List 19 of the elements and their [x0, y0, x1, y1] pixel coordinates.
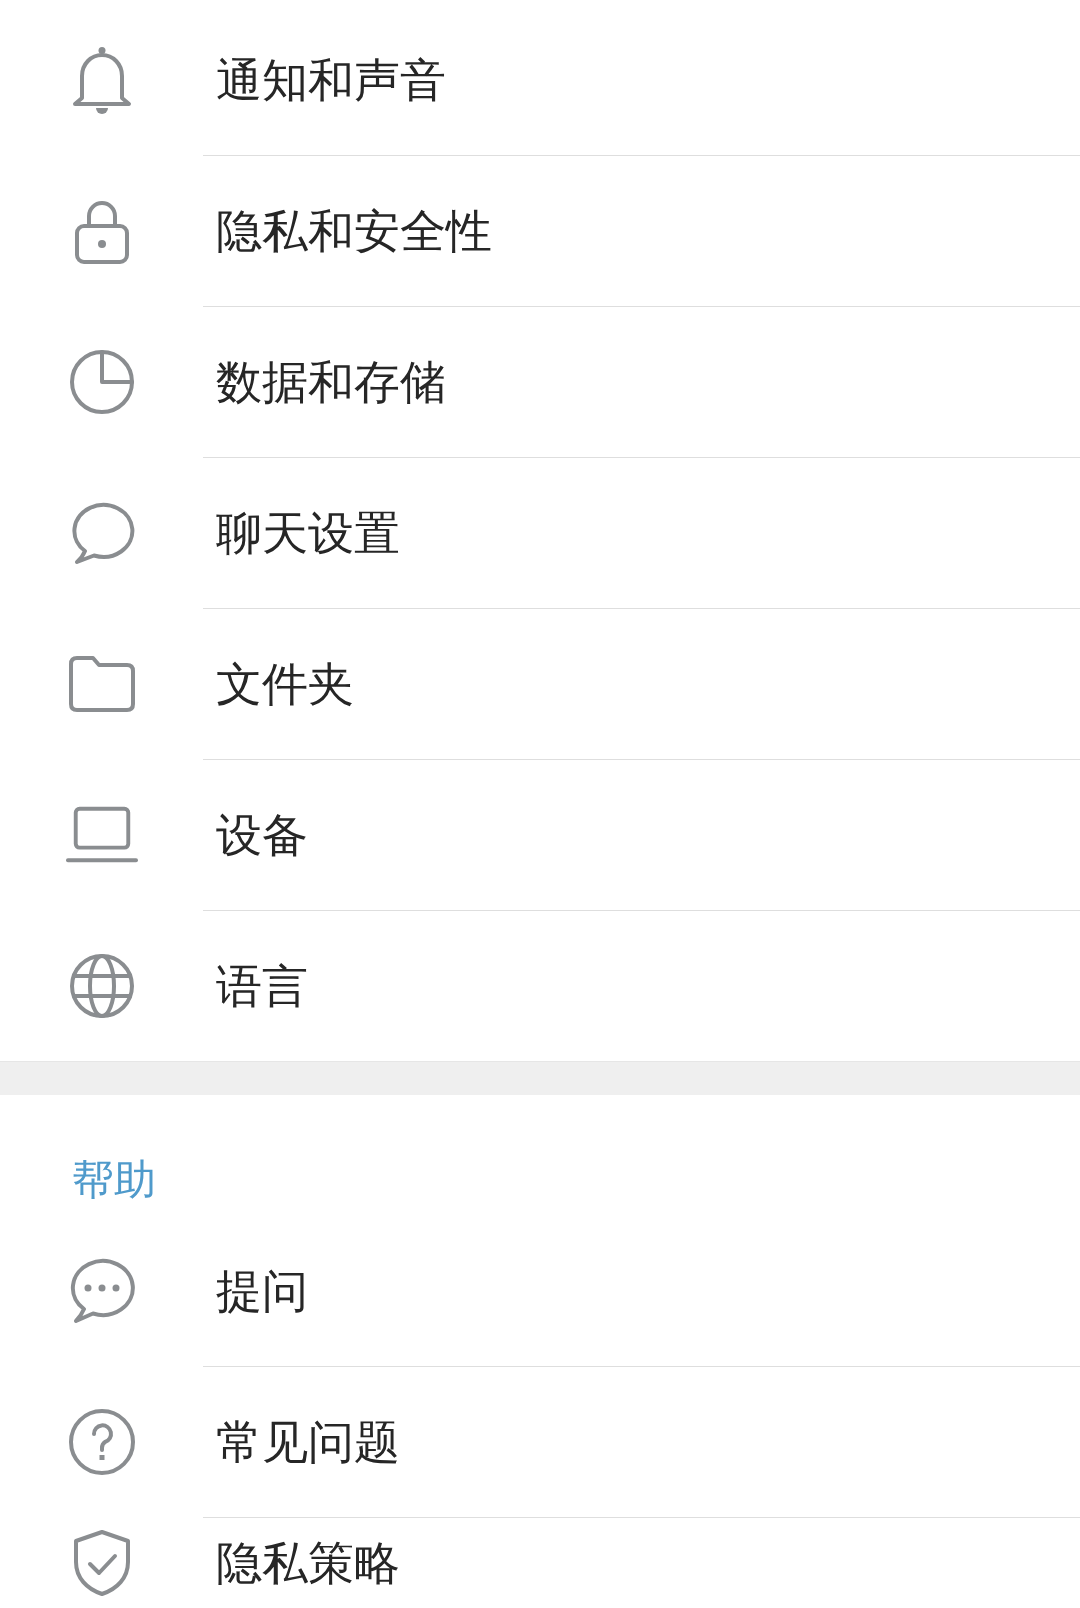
- folder-icon: [69, 655, 135, 712]
- menu-item[interactable]: 通知和声音: [0, 4, 1080, 155]
- menu-item[interactable]: 文件夹: [0, 608, 1080, 759]
- menu-item[interactable]: 数据和存储: [0, 306, 1080, 457]
- menu-item[interactable]: 聊天设置: [0, 457, 1080, 608]
- menu-item[interactable]: 提问: [0, 1215, 1080, 1366]
- laptop-icon: [66, 805, 138, 864]
- section-header: 帮助: [71, 1154, 157, 1206]
- menu-item[interactable]: 设备: [0, 759, 1080, 910]
- help-icon: [69, 1408, 135, 1475]
- speech-bubble-icon: [69, 500, 135, 565]
- menu-item[interactable]: 隐私策略: [0, 1517, 1080, 1608]
- pie-chart-icon: [70, 349, 134, 414]
- menu-item[interactable]: 隐私和安全性: [0, 155, 1080, 306]
- bell-icon: [72, 45, 132, 114]
- shield-check-icon: [72, 1529, 132, 1596]
- menu-item[interactable]: 常见问题: [0, 1366, 1080, 1517]
- globe-icon: [70, 953, 134, 1018]
- chat-bubble-dots-icon: [68, 1257, 136, 1324]
